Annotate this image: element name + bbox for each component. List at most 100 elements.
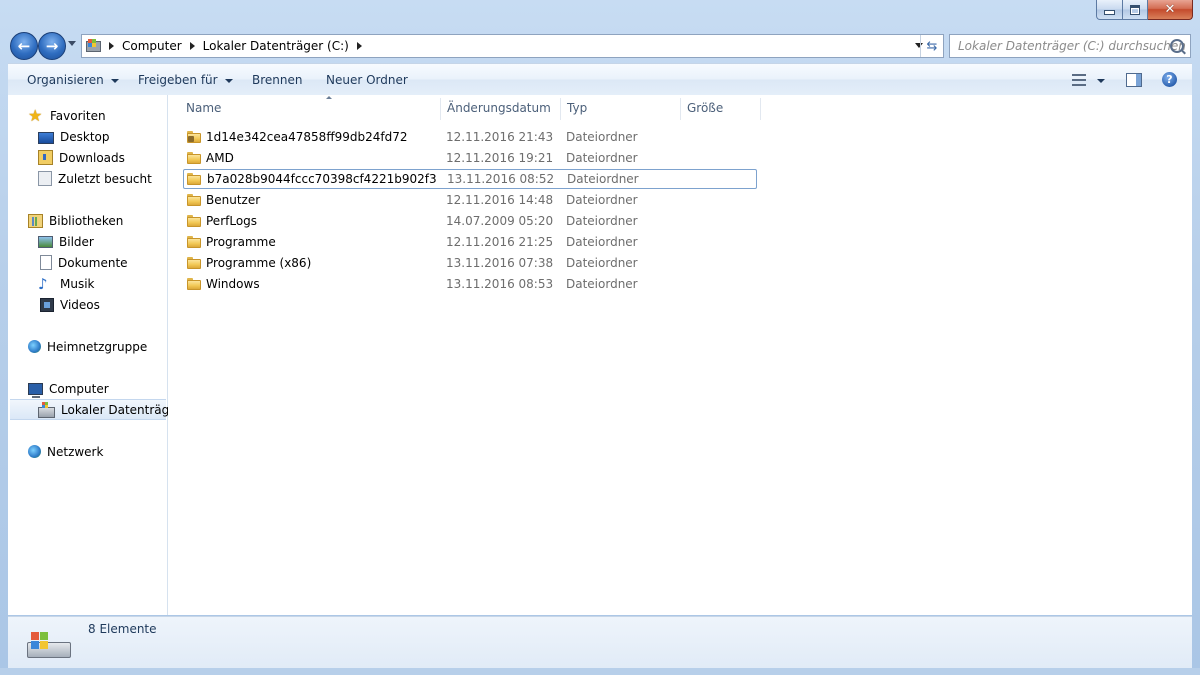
sidebar-label: Lokaler Datenträger bbox=[61, 402, 182, 417]
column-header-type[interactable]: Typ bbox=[567, 95, 680, 121]
burn-button[interactable]: Brennen bbox=[252, 64, 302, 95]
column-header-size[interactable]: Größe bbox=[687, 95, 759, 121]
search-box[interactable]: Lokaler Datenträger (C:) durchsuchen bbox=[949, 34, 1191, 58]
folder-icon bbox=[187, 193, 202, 206]
chevron-down-icon bbox=[224, 78, 233, 83]
table-row[interactable]: 1d14e342cea47858ff99db24fd72 12.11.2016 … bbox=[183, 127, 757, 147]
desktop-icon bbox=[38, 131, 54, 144]
sort-ascending-icon bbox=[326, 96, 332, 99]
sidebar-label: Desktop bbox=[60, 129, 110, 144]
file-name: b7a028b9044fccc70398cf4221b902f3 bbox=[207, 172, 437, 186]
close-button[interactable]: ✕ bbox=[1148, 0, 1193, 20]
network-icon bbox=[28, 445, 41, 458]
forward-button[interactable]: → bbox=[38, 32, 66, 60]
pictures-icon bbox=[38, 235, 53, 248]
table-row[interactable]: Windows 13.11.2016 08:53 Dateiordner bbox=[183, 274, 757, 294]
chevron-down-icon[interactable] bbox=[1097, 79, 1105, 83]
search-placeholder[interactable]: Lokaler Datenträger (C:) durchsuchen bbox=[958, 39, 1186, 53]
back-button[interactable]: ← bbox=[10, 32, 38, 60]
file-name: Windows bbox=[206, 277, 260, 291]
file-date: 12.11.2016 19:21 bbox=[446, 151, 554, 165]
column-divider[interactable] bbox=[440, 98, 441, 120]
file-type: Dateiordner bbox=[566, 151, 638, 165]
breadcrumb-separator-icon[interactable] bbox=[109, 42, 114, 50]
refresh-button[interactable]: ⇆ bbox=[920, 35, 943, 57]
downloads-folder-icon bbox=[38, 150, 53, 165]
file-date: 12.11.2016 14:48 bbox=[446, 193, 554, 207]
preview-pane-icon[interactable] bbox=[1126, 73, 1142, 87]
file-name: Programme bbox=[206, 235, 276, 249]
column-divider[interactable] bbox=[760, 98, 761, 120]
libraries-icon bbox=[28, 213, 43, 228]
window-bottom-edge bbox=[0, 668, 1200, 675]
sidebar-label: Favoriten bbox=[50, 108, 106, 123]
table-row[interactable]: Programme (x86) 13.11.2016 07:38 Dateior… bbox=[183, 253, 757, 273]
breadcrumb-separator-icon[interactable] bbox=[189, 42, 195, 50]
folder-icon bbox=[187, 151, 202, 164]
table-row[interactable]: b7a028b9044fccc70398cf4221b902f3 13.11.2… bbox=[183, 169, 757, 189]
sidebar-item-network[interactable]: Netzwerk bbox=[28, 441, 187, 462]
command-bar: Organisieren Freigeben für Brennen Neuer… bbox=[8, 63, 1192, 96]
recent-pages-dropdown[interactable] bbox=[68, 41, 76, 46]
table-row[interactable]: Programme 12.11.2016 21:25 Dateiordner bbox=[183, 232, 757, 252]
file-date: 13.11.2016 08:53 bbox=[446, 277, 554, 291]
table-row[interactable]: PerfLogs 14.07.2009 05:20 Dateiordner bbox=[183, 211, 757, 231]
sidebar-item-computer[interactable]: Computer bbox=[28, 378, 187, 399]
maximize-button[interactable] bbox=[1123, 0, 1148, 20]
folder-locked-icon bbox=[187, 130, 202, 143]
table-row[interactable]: Benutzer 12.11.2016 14:48 Dateiordner bbox=[183, 190, 757, 210]
file-date: 13.11.2016 07:38 bbox=[446, 256, 554, 270]
new-folder-label: Neuer Ordner bbox=[326, 72, 408, 87]
file-name: PerfLogs bbox=[206, 214, 258, 228]
refresh-icon: ⇆ bbox=[926, 38, 938, 54]
sidebar-label: Dokumente bbox=[58, 255, 128, 270]
file-date: 14.07.2009 05:20 bbox=[446, 214, 554, 228]
sidebar-item-libraries[interactable]: Bibliotheken bbox=[28, 210, 187, 231]
column-header-date[interactable]: Änderungsdatum bbox=[447, 95, 559, 121]
folder-icon bbox=[187, 214, 202, 227]
view-options-icon[interactable] bbox=[1072, 74, 1086, 86]
column-divider[interactable] bbox=[680, 98, 681, 120]
help-icon[interactable]: ? bbox=[1162, 72, 1177, 87]
caption-buttons: ✕ bbox=[1096, 0, 1193, 20]
sidebar-label: Bilder bbox=[59, 234, 94, 249]
sidebar-item-homegroup[interactable]: Heimnetzgruppe bbox=[28, 336, 187, 357]
breadcrumb-separator-icon[interactable] bbox=[356, 42, 362, 50]
file-list: Name Änderungsdatum Typ Größe 1d14e342ce… bbox=[168, 95, 1192, 615]
sidebar-item-local-disk[interactable]: Lokaler Datenträger bbox=[10, 399, 182, 420]
organize-button[interactable]: Organisieren bbox=[27, 64, 119, 95]
table-row[interactable]: AMD 12.11.2016 19:21 Dateiordner bbox=[183, 148, 757, 168]
navigation-pane: ★ Favoriten Desktop Downloads Zuletzt be… bbox=[8, 95, 182, 615]
music-note-icon: ♪ bbox=[38, 274, 48, 293]
sidebar-item-favorites[interactable]: ★ Favoriten bbox=[28, 105, 187, 126]
search-icon bbox=[1170, 39, 1184, 53]
breadcrumb-computer[interactable]: Computer bbox=[122, 39, 182, 53]
new-folder-button[interactable]: Neuer Ordner bbox=[326, 64, 408, 95]
column-divider[interactable] bbox=[560, 98, 561, 120]
sidebar-label: Musik bbox=[60, 276, 95, 291]
sidebar-label: Computer bbox=[49, 381, 109, 396]
star-icon: ★ bbox=[28, 105, 43, 125]
folder-icon bbox=[187, 172, 202, 185]
sidebar-label: Heimnetzgruppe bbox=[47, 339, 148, 354]
folder-icon bbox=[187, 277, 202, 290]
minimize-button[interactable] bbox=[1096, 0, 1123, 20]
documents-icon bbox=[40, 255, 52, 270]
recent-places-icon bbox=[38, 171, 52, 186]
sidebar-label: Netzwerk bbox=[47, 444, 104, 459]
sidebar-label: Zuletzt besucht bbox=[58, 171, 152, 186]
address-bar[interactable]: Computer Lokaler Datenträger (C:) ⇆ bbox=[81, 34, 944, 58]
sidebar-label: Videos bbox=[60, 297, 100, 312]
column-header-name[interactable]: Name bbox=[186, 95, 439, 121]
computer-icon bbox=[28, 383, 43, 398]
file-date: 12.11.2016 21:25 bbox=[446, 235, 554, 249]
column-header-label: Änderungsdatum bbox=[447, 101, 551, 115]
file-date: 13.11.2016 08:52 bbox=[447, 172, 555, 186]
item-count: 8 Elemente bbox=[88, 622, 157, 636]
breadcrumb-local-disk[interactable]: Lokaler Datenträger (C:) bbox=[203, 39, 349, 53]
main-area: ★ Favoriten Desktop Downloads Zuletzt be… bbox=[8, 95, 1192, 615]
file-type: Dateiordner bbox=[566, 235, 638, 249]
sidebar-label: Bibliotheken bbox=[49, 213, 124, 228]
share-button[interactable]: Freigeben für bbox=[138, 64, 233, 95]
column-header-label: Name bbox=[186, 101, 222, 115]
